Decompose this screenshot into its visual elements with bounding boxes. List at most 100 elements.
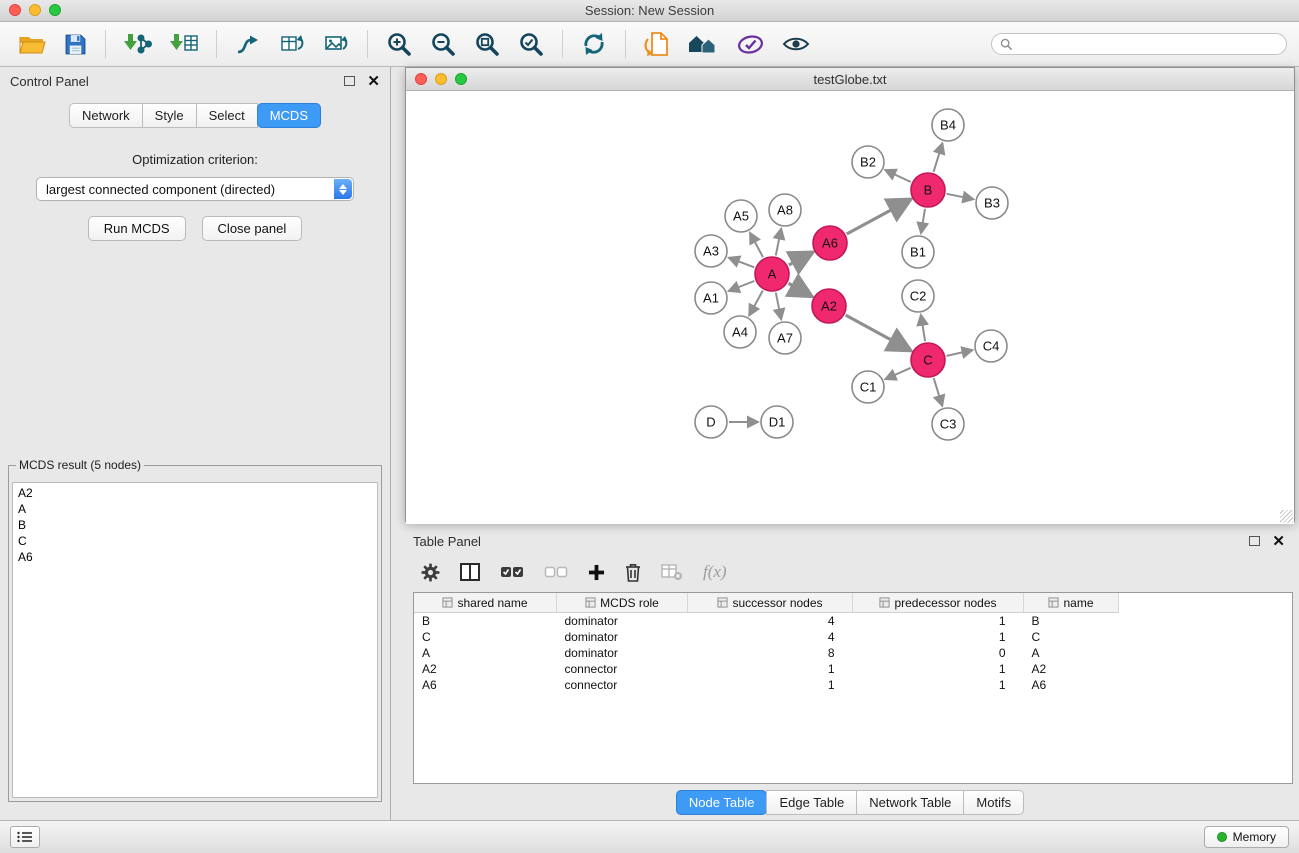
table-cell[interactable]: 4 [688, 613, 853, 630]
table-row-A[interactable]: Adominator80A [414, 645, 1292, 661]
table-cell[interactable]: 8 [688, 645, 853, 661]
column-header-successor-nodes[interactable]: successor nodes [688, 593, 853, 613]
table-cell[interactable]: A2 [414, 661, 557, 677]
table-cell[interactable]: A [1024, 645, 1119, 661]
graph-node-C[interactable]: C [911, 343, 945, 377]
minimize-window-button[interactable] [29, 4, 41, 16]
column-header-predecessor-nodes[interactable]: predecessor nodes [853, 593, 1024, 613]
import-network-table-button[interactable] [273, 30, 311, 58]
edge-C-C3[interactable] [934, 378, 943, 406]
task-history-button[interactable] [10, 826, 40, 848]
run-mcds-button[interactable]: Run MCDS [88, 216, 186, 241]
graph-node-A1[interactable]: A1 [695, 282, 727, 314]
table-cell[interactable]: 0 [853, 645, 1024, 661]
delete-column-button[interactable] [625, 563, 641, 582]
close-table-panel-icon[interactable]: ✕ [1272, 534, 1285, 549]
table-cell[interactable]: C [1024, 629, 1119, 645]
tab-mcds[interactable]: MCDS [257, 103, 321, 128]
zoom-selected-button[interactable] [512, 29, 550, 59]
mcds-result-item-A2[interactable]: A2 [18, 485, 372, 501]
table-cell[interactable]: B [414, 613, 557, 630]
graph-node-D1[interactable]: D1 [761, 406, 793, 438]
mcds-result-list[interactable]: A2ABCA6 [12, 482, 378, 798]
node-table-container[interactable]: shared nameMCDS rolesuccessor nodesprede… [413, 592, 1293, 784]
table-row-A6[interactable]: A6connector11A6 [414, 677, 1292, 693]
close-network-window-button[interactable] [415, 73, 427, 85]
graph-node-C4[interactable]: C4 [975, 330, 1007, 362]
tab-network[interactable]: Network [69, 103, 143, 128]
table-cell[interactable]: 1 [853, 629, 1024, 645]
show-hide-details-button[interactable] [776, 33, 816, 55]
table-cell[interactable]: connector [557, 677, 688, 693]
tab-style[interactable]: Style [142, 103, 197, 128]
edge-B-B2[interactable] [885, 170, 911, 182]
edge-A-A4[interactable] [749, 291, 763, 316]
edge-C-C1[interactable] [885, 368, 910, 379]
graph-node-A[interactable]: A [755, 257, 789, 291]
graph-node-A2[interactable]: A2 [812, 289, 846, 323]
float-panel-icon[interactable] [344, 76, 355, 86]
graph-node-D[interactable]: D [695, 406, 727, 438]
deselect-all-button[interactable] [544, 565, 568, 579]
table-cell[interactable]: dominator [557, 613, 688, 630]
table-cell[interactable]: dominator [557, 645, 688, 661]
column-header-MCDS-role[interactable]: MCDS role [557, 593, 688, 613]
open-session-button[interactable] [12, 30, 52, 58]
table-row-C[interactable]: Cdominator41C [414, 629, 1292, 645]
edge-B-B1[interactable] [921, 209, 925, 233]
table-row-B[interactable]: Bdominator41B [414, 613, 1292, 630]
table-cell[interactable]: A6 [414, 677, 557, 693]
mcds-result-item-C[interactable]: C [18, 533, 372, 549]
resize-grip[interactable] [1280, 510, 1293, 523]
show-columns-button[interactable] [460, 563, 480, 581]
table-cell[interactable]: dominator [557, 629, 688, 645]
edge-A-A6[interactable] [789, 252, 813, 265]
graph-node-B[interactable]: B [911, 173, 945, 207]
edge-C-C2[interactable] [921, 315, 925, 341]
edge-B-B3[interactable] [947, 194, 974, 199]
edge-A-A5[interactable] [750, 233, 763, 257]
graph-node-A5[interactable]: A5 [725, 200, 757, 232]
mcds-result-item-A6[interactable]: A6 [18, 549, 372, 565]
save-session-button[interactable] [58, 31, 93, 58]
graph-node-A6[interactable]: A6 [813, 226, 847, 260]
tab-motifs[interactable]: Motifs [963, 790, 1024, 815]
table-cell[interactable]: 1 [853, 677, 1024, 693]
zoom-fit-button[interactable] [468, 29, 506, 59]
table-cell[interactable]: A6 [1024, 677, 1119, 693]
network-canvas[interactable]: B4B2BB3A5A8A6B1A3AC2A1A2A4A7C4CC1C3DD1 [406, 91, 1294, 524]
export-image-button[interactable] [317, 30, 355, 58]
search-field[interactable] [991, 33, 1287, 55]
table-cell[interactable]: A2 [1024, 661, 1119, 677]
graph-node-B3[interactable]: B3 [976, 187, 1008, 219]
close-window-button[interactable] [9, 4, 21, 16]
table-cell[interactable]: connector [557, 661, 688, 677]
table-cell[interactable]: A [414, 645, 557, 661]
minimize-network-window-button[interactable] [435, 73, 447, 85]
memory-button[interactable]: Memory [1204, 826, 1289, 848]
table-row-A2[interactable]: A2connector11A2 [414, 661, 1292, 677]
zoom-out-button[interactable] [424, 29, 462, 59]
edge-A2-C[interactable] [846, 315, 911, 350]
graph-node-B1[interactable]: B1 [902, 236, 934, 268]
search-input[interactable] [1017, 36, 1278, 52]
close-panel-icon[interactable]: ✕ [367, 74, 380, 89]
graph-node-A4[interactable]: A4 [724, 316, 756, 348]
edge-A-A7[interactable] [776, 293, 781, 320]
edge-B-B4[interactable] [934, 143, 943, 172]
graph-node-C3[interactable]: C3 [932, 408, 964, 440]
table-cell[interactable]: 4 [688, 629, 853, 645]
zoom-network-window-button[interactable] [455, 73, 467, 85]
tab-network-table[interactable]: Network Table [856, 790, 964, 815]
column-header-shared-name[interactable]: shared name [414, 593, 557, 613]
toggle-check-button[interactable] [731, 32, 770, 57]
column-header-name[interactable]: name [1024, 593, 1119, 613]
table-cell[interactable]: C [414, 629, 557, 645]
apply-layout-button[interactable] [229, 30, 267, 58]
graph-node-C1[interactable]: C1 [852, 371, 884, 403]
select-all-button[interactable] [500, 565, 524, 579]
graph-node-B4[interactable]: B4 [932, 109, 964, 141]
mcds-result-item-B[interactable]: B [18, 517, 372, 533]
float-table-panel-icon[interactable] [1249, 536, 1260, 546]
table-mode-button[interactable] [421, 563, 440, 582]
